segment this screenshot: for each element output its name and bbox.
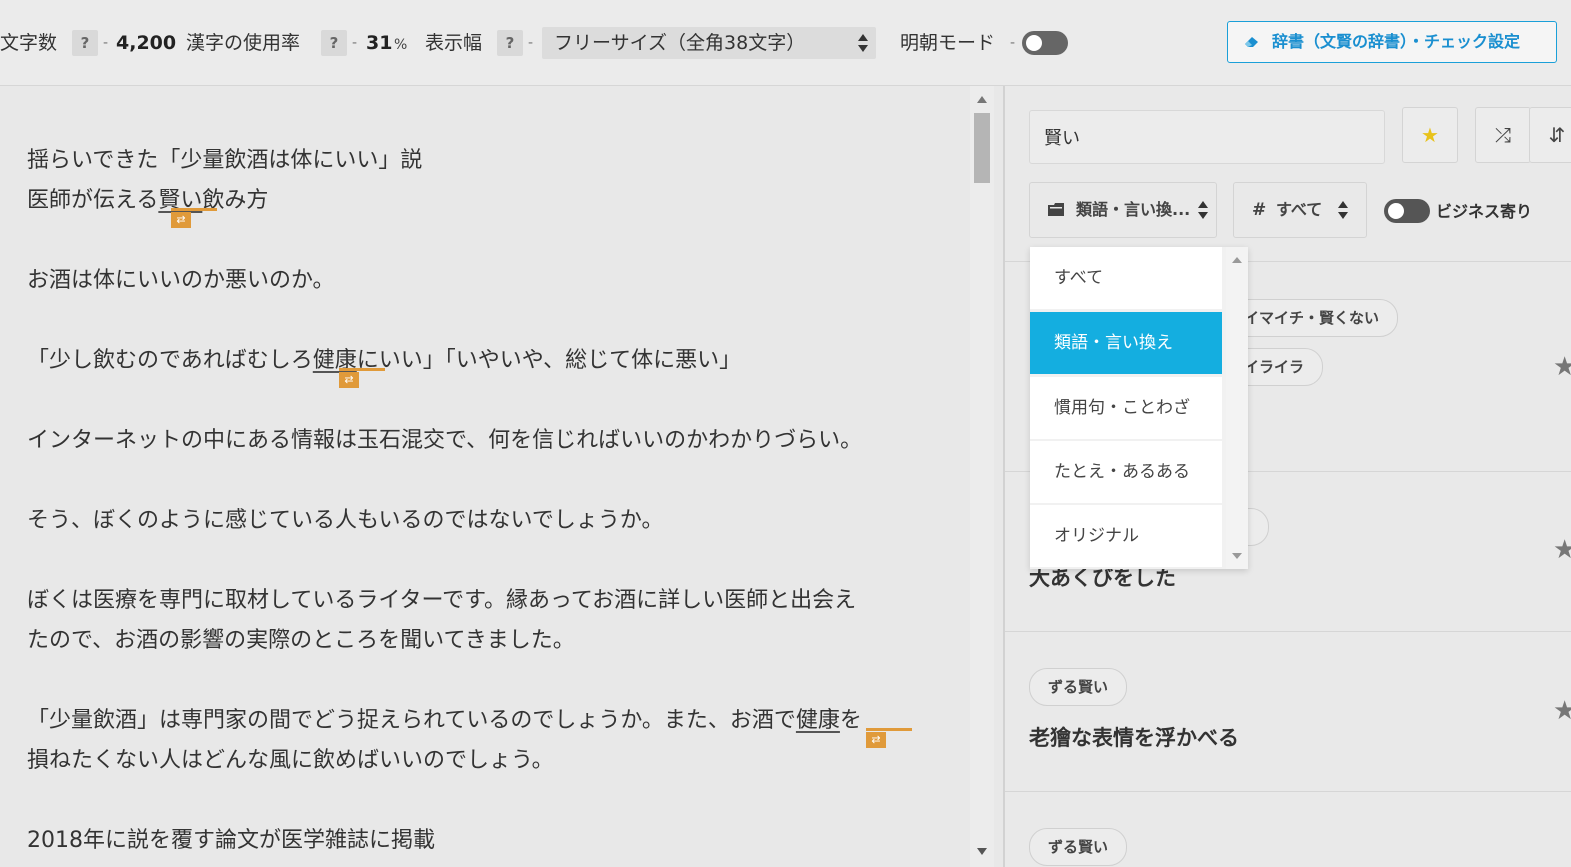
tag-select-value: すべて <box>1276 200 1323 219</box>
editor-line: 損ねたくない人はどんな風に飲めばいいのでしょう。 <box>27 748 554 773</box>
dropdown-option-selected[interactable]: 類語・言い換え <box>1030 312 1222 374</box>
dropdown-option[interactable]: すべて <box>1030 247 1222 309</box>
editor-line: ぼくは医療を専門に取材しているライターです。縁あってお酒に詳しい医師と出会え <box>27 588 857 613</box>
dictionary-settings-button[interactable]: 辞書（文賢の辞書）・チェック設定 <box>1227 21 1557 63</box>
dictionary-search-input[interactable] <box>1042 111 1366 163</box>
text-segment: 「少量飲酒」は専門家の間でどう捉えられているのでしょうか。また、お酒で <box>27 708 796 733</box>
select-arrows-icon <box>858 34 868 52</box>
editor-scrollbar[interactable] <box>970 86 994 867</box>
result-separator <box>1005 631 1571 632</box>
dropdown-scrollbar[interactable] <box>1226 247 1248 569</box>
dictionary-settings-label: 辞書（文賢の辞書）・チェック設定 <box>1272 32 1521 51</box>
dropdown-option[interactable]: たとえ・あるある <box>1030 441 1222 503</box>
editor-line: 揺らいできた「少量飲酒は体にいい」説 <box>27 148 423 173</box>
category-select[interactable]: 類語・言い換... <box>1029 182 1217 238</box>
char-count-label: 文字数 <box>0 32 58 54</box>
business-toggle-label: ビジネス寄り <box>1436 202 1533 221</box>
scroll-up-icon[interactable] <box>1232 257 1242 263</box>
marker-underline <box>866 728 912 731</box>
editor-line: そう、ぼくのように感じている人もいるのではないでしょうか。 <box>27 508 664 533</box>
editor-line: 2018年に説を覆す論文が医学雑誌に掲載 <box>27 828 435 853</box>
separator: - <box>1010 35 1016 51</box>
display-width-label: 表示幅 <box>425 32 483 54</box>
editor-line: たので、お酒の影響の実際のところを聞いてきました。 <box>27 628 575 653</box>
star-icon[interactable]: ★ <box>1553 696 1571 726</box>
display-width-help-button[interactable]: ? <box>497 30 523 56</box>
star-icon[interactable]: ★ <box>1553 535 1571 565</box>
editor-line: インターネットの中にある情報は玉石混交で、何を信じればいいのかわかりづらい。 <box>27 428 863 453</box>
tag-select[interactable]: # すべて <box>1233 182 1367 238</box>
folder-icon <box>1048 203 1064 216</box>
star-icon[interactable]: ★ <box>1553 352 1571 382</box>
editor-line: 医師が伝える賢い飲み方 <box>27 182 268 214</box>
mincho-mode-label: 明朝モード <box>900 32 996 54</box>
separator: - <box>103 35 109 51</box>
select-arrows-icon <box>1338 201 1348 219</box>
toggle-knob <box>1388 203 1404 219</box>
suggestion-marker[interactable]: ⇄ <box>339 368 385 388</box>
scroll-down-icon[interactable] <box>1232 553 1242 559</box>
kanji-rate-help-button[interactable]: ? <box>321 30 347 56</box>
top-toolbar: 文字数 ? - 4,200 漢字の使用率 ? - 31 % 表示幅 ? - フリ… <box>0 0 1571 86</box>
swap-icon: ⇄ <box>866 732 886 748</box>
marker-underline <box>339 368 385 371</box>
hash-icon: # <box>1252 200 1267 220</box>
text-segment: にいい」「いやいや、総じて体に悪い」 <box>356 348 742 373</box>
dropdown-option[interactable]: 慣用句・ことわざ <box>1030 377 1222 439</box>
editor-line: 「少量飲酒」は専門家の間でどう捉えられているのでしょうか。また、お酒で健康を <box>27 702 862 734</box>
text-segment: 「少し飲むのであればむしろ <box>27 348 313 373</box>
result-tag[interactable]: ずる賢い <box>1029 828 1128 866</box>
display-width-select[interactable]: フリーサイズ（全角38文字） <box>542 27 876 59</box>
marker-underline <box>171 208 217 211</box>
kanji-rate-unit: % <box>394 37 408 53</box>
result-tag[interactable]: ずる賢い <box>1029 668 1128 706</box>
result-tag[interactable]: イマイチ・賢くない <box>1225 299 1399 337</box>
favorites-button[interactable]: ★ <box>1402 107 1458 163</box>
sort-icon: ⇵ <box>1548 123 1566 147</box>
toggle-knob <box>1026 35 1042 51</box>
dictionary-search[interactable] <box>1029 110 1385 164</box>
business-toggle[interactable] <box>1384 199 1430 223</box>
scroll-up-icon[interactable] <box>977 96 987 103</box>
dropdown-option[interactable]: オリジナル <box>1030 505 1222 567</box>
scroll-down-icon[interactable] <box>977 848 987 855</box>
swap-icon: ⇄ <box>171 212 191 228</box>
kanji-rate-label: 漢字の使用率 <box>186 32 301 54</box>
suggestion-marker[interactable]: ⇄ <box>171 208 217 228</box>
category-select-value: 類語・言い換... <box>1076 200 1191 219</box>
result-separator <box>1005 791 1571 792</box>
kanji-rate-value: 31 <box>366 32 393 54</box>
separator: - <box>528 35 534 51</box>
shuffle-icon: ⤮ <box>1495 123 1511 147</box>
text-segment: 医師が伝える <box>27 188 159 213</box>
star-icon: ★ <box>1421 123 1439 147</box>
mincho-mode-toggle[interactable] <box>1022 31 1068 55</box>
scrollbar-thumb[interactable] <box>974 113 990 183</box>
select-arrows-icon <box>1198 201 1208 219</box>
editor-line: お酒は体にいいのか悪いのか。 <box>27 268 335 293</box>
char-count-help-button[interactable]: ? <box>72 30 98 56</box>
swap-icon: ⇄ <box>339 372 359 388</box>
text-editor[interactable]: 揺らいできた「少量飲酒は体にいい」説 医師が伝える賢い飲み方 ⇄ お酒は体にいい… <box>0 86 970 867</box>
flagged-word[interactable]: 健康 <box>796 708 840 733</box>
result-title[interactable]: 老獪な表情を浮かべる <box>1029 722 1239 752</box>
eraser-icon <box>1245 37 1258 47</box>
shuffle-button[interactable]: ⤮ <box>1475 107 1531 163</box>
char-count-value: 4,200 <box>116 32 177 54</box>
sort-button[interactable]: ⇵ <box>1529 107 1571 163</box>
display-width-value: フリーサイズ（全角38文字） <box>554 32 806 54</box>
text-segment: を <box>839 708 862 733</box>
category-dropdown[interactable]: すべて 類語・言い換え 慣用句・ことわざ たとえ・あるある オリジナル <box>1030 247 1248 569</box>
separator: - <box>352 35 358 51</box>
suggestion-marker[interactable]: ⇄ <box>866 728 912 748</box>
